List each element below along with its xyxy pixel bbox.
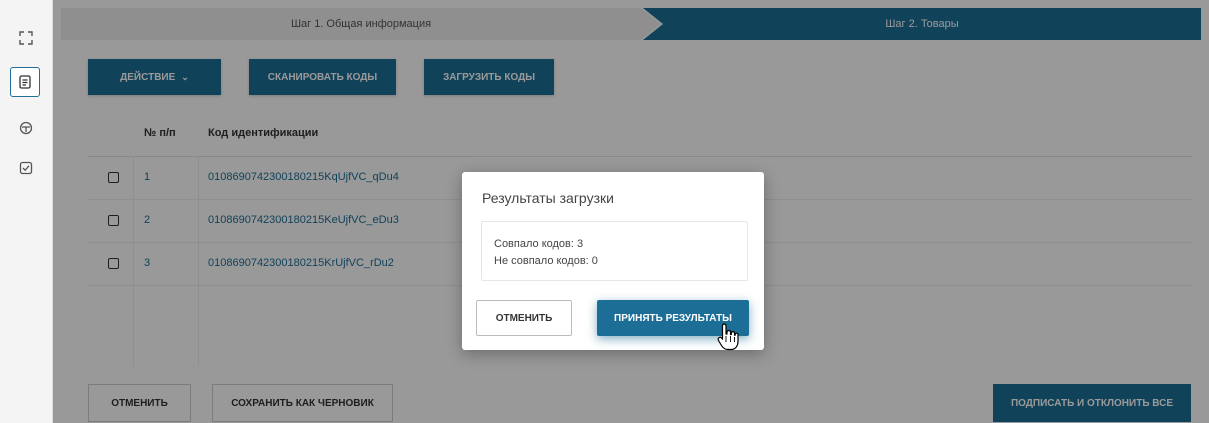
- unmatched-count: Не совпало кодов: 0: [494, 255, 598, 267]
- check-square-icon[interactable]: [16, 158, 36, 178]
- results-summary-box: Совпало кодов: 3 Не совпало кодов: 0: [481, 221, 748, 281]
- expand-icon[interactable]: [16, 28, 36, 48]
- hand-cursor-icon: [716, 322, 740, 352]
- left-rail: [0, 0, 53, 423]
- box-icon[interactable]: [16, 118, 36, 138]
- document-icon[interactable]: [10, 67, 40, 97]
- dialog-title: Результаты загрузки: [482, 190, 614, 206]
- dialog-cancel-button[interactable]: ОТМЕНИТЬ: [476, 300, 572, 336]
- matched-count: Совпало кодов: 3: [494, 238, 584, 250]
